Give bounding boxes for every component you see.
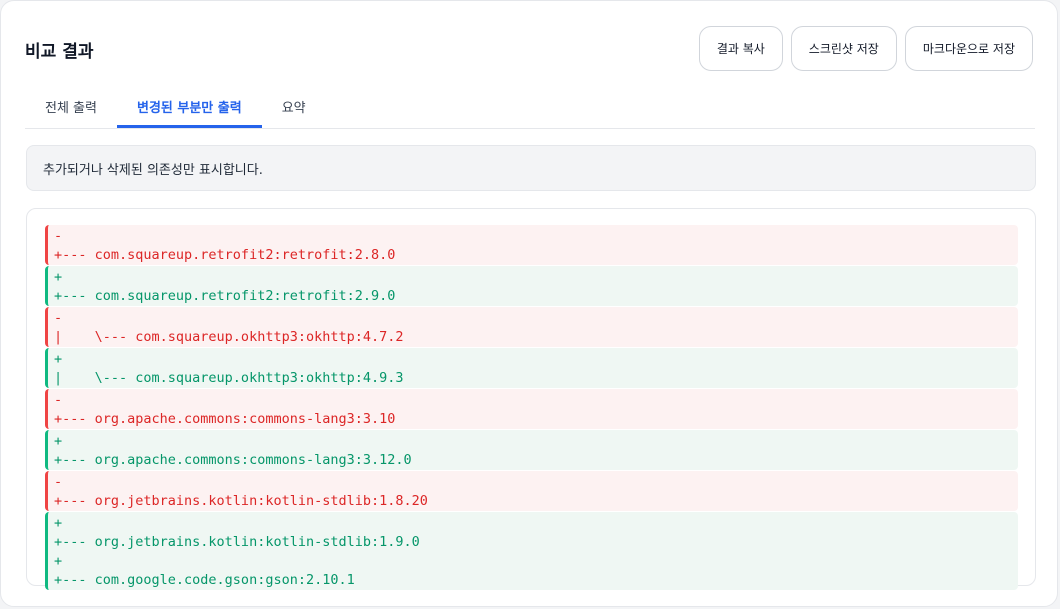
diff-added-hunk: + | \--- com.squareup.okhttp3:okhttp:4.9.… [45,348,1018,388]
diff-added-hunk: + +--- org.apache.commons:commons-lang3:3… [45,430,1018,470]
info-notice: 추가되거나 삭제된 의존성만 표시합니다. [26,145,1036,191]
diff-removed-hunk: - +--- org.jetbrains.kotlin:kotlin-stdlib… [45,471,1018,511]
diff-removed-hunk: - +--- org.apache.commons:commons-lang3:3… [45,389,1018,429]
copy-result-button[interactable]: 결과 복사 [698,26,783,71]
diff-panel: - +--- com.squareup.retrofit2:retrofit:2.… [26,208,1036,590]
diff-line: +--- com.squareup.retrofit2:retrofit:2.8… [54,247,396,263]
output-tabs: 전체 출력 변경된 부분만 출력 요약 [25,85,1035,129]
page-title: 비교 결과 [25,42,94,62]
save-screenshot-button[interactable]: 스크린샷 저장 [790,26,897,71]
diff-line: - [54,310,63,326]
notice-text: 추가되거나 삭제된 의존성만 표시합니다. [43,162,263,178]
diff-line: - [54,228,63,244]
diff-line: - [54,474,63,490]
tab-full-output[interactable]: 전체 출력 [25,85,117,128]
tab-summary[interactable]: 요약 [262,85,326,128]
diff-line: | \--- com.squareup.okhttp3:okhttp:4.9.3 [54,370,404,386]
diff-line: +--- com.google.code.gson:gson:2.10.1 [54,572,355,588]
diff-line: +--- org.jetbrains.kotlin:kotlin-stdlib:… [54,534,420,550]
action-buttons: 결과 복사 스크린샷 저장 마크다운으로 저장 [698,26,1033,71]
diff-line: +--- org.apache.commons:commons-lang3:3.… [54,452,412,468]
diff-line: | \--- com.squareup.okhttp3:okhttp:4.7.2 [54,329,404,345]
diff-line: +--- org.apache.commons:commons-lang3:3.… [54,411,396,427]
diff-line: + [54,515,63,531]
tab-changes-only[interactable]: 변경된 부분만 출력 [116,85,262,128]
diff-line: + [54,351,63,367]
diff-removed-hunk: - | \--- com.squareup.okhttp3:okhttp:4.7.… [45,307,1018,347]
diff-removed-hunk: - +--- com.squareup.retrofit2:retrofit:2.… [45,225,1018,265]
diff-added-hunk: + +--- org.jetbrains.kotlin:kotlin-stdlib… [45,512,1018,590]
diff-line: +--- com.squareup.retrofit2:retrofit:2.9… [54,288,396,304]
diff-line: + [54,433,63,449]
save-markdown-button[interactable]: 마크다운으로 저장 [904,26,1033,71]
diff-hunks: - +--- com.squareup.retrofit2:retrofit:2.… [45,225,1018,591]
diff-added-hunk: + +--- com.squareup.retrofit2:retrofit:2.… [45,266,1018,306]
diff-line: - [54,392,63,408]
diff-line: + [54,269,63,285]
diff-line: +--- org.jetbrains.kotlin:kotlin-stdlib:… [54,493,428,509]
comparison-result-card: 비교 결과 결과 복사 스크린샷 저장 마크다운으로 저장 전체 출력 변경된 … [0,0,1058,607]
diff-line: + [54,553,63,569]
